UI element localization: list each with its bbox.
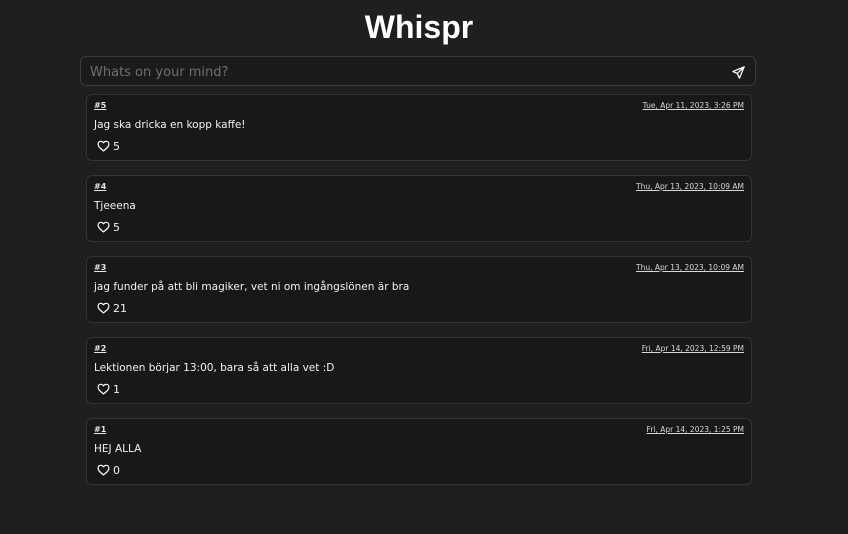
post-date-link[interactable]: Tue, Apr 11, 2023, 3:26 PM [643,101,744,110]
post-card: #4 Thu, Apr 13, 2023, 10:09 AM Tjeeena 5 [86,175,752,242]
post-text: Jag ska dricka en kopp kaffe! [94,119,246,131]
post-composer [80,56,756,86]
heart-outline-icon [97,302,110,314]
post-id-link[interactable]: #2 [94,344,106,353]
app-title: Whispr [364,9,474,45]
post-feed: #5 Tue, Apr 11, 2023, 3:26 PM Jag ska dr… [86,94,752,499]
post-id-link[interactable]: #1 [94,425,106,434]
post-text: HEJ ALLA [94,443,142,455]
post-id-link[interactable]: #3 [94,263,106,272]
post-date-link[interactable]: Fri, Apr 14, 2023, 12:59 PM [642,344,744,353]
post-text: Tjeeena [94,200,136,212]
like-button[interactable]: 5 [97,139,120,153]
post-date-link[interactable]: Thu, Apr 13, 2023, 10:09 AM [636,182,744,191]
like-button[interactable]: 5 [97,220,120,234]
heart-outline-icon [97,464,110,476]
paper-plane-icon [731,65,745,79]
post-card: #5 Tue, Apr 11, 2023, 3:26 PM Jag ska dr… [86,94,752,161]
post-card: #2 Fri, Apr 14, 2023, 12:59 PM Lektionen… [86,337,752,404]
heart-outline-icon [97,221,110,233]
post-text: Lektionen börjar 13:00, bara så att alla… [94,362,335,374]
post-date-link[interactable]: Thu, Apr 13, 2023, 10:09 AM [636,263,744,272]
like-count: 1 [113,382,120,396]
like-count: 21 [113,301,127,315]
like-count: 5 [113,139,120,153]
post-card: #1 Fri, Apr 14, 2023, 1:25 PM HEJ ALLA 0 [86,418,752,485]
like-button[interactable]: 21 [97,301,127,315]
post-id-link[interactable]: #5 [94,101,106,110]
heart-outline-icon [97,140,110,152]
post-date-link[interactable]: Fri, Apr 14, 2023, 1:25 PM [647,425,744,434]
heart-outline-icon [97,383,110,395]
post-card: #3 Thu, Apr 13, 2023, 10:09 AM jag funde… [86,256,752,323]
like-button[interactable]: 1 [97,382,120,396]
post-input[interactable] [90,62,710,82]
post-id-link[interactable]: #4 [94,182,106,191]
like-button[interactable]: 0 [97,463,120,477]
post-text: jag funder på att bli magiker, vet ni om… [94,281,410,293]
send-button[interactable] [727,61,749,83]
like-count: 0 [113,463,120,477]
like-count: 5 [113,220,120,234]
